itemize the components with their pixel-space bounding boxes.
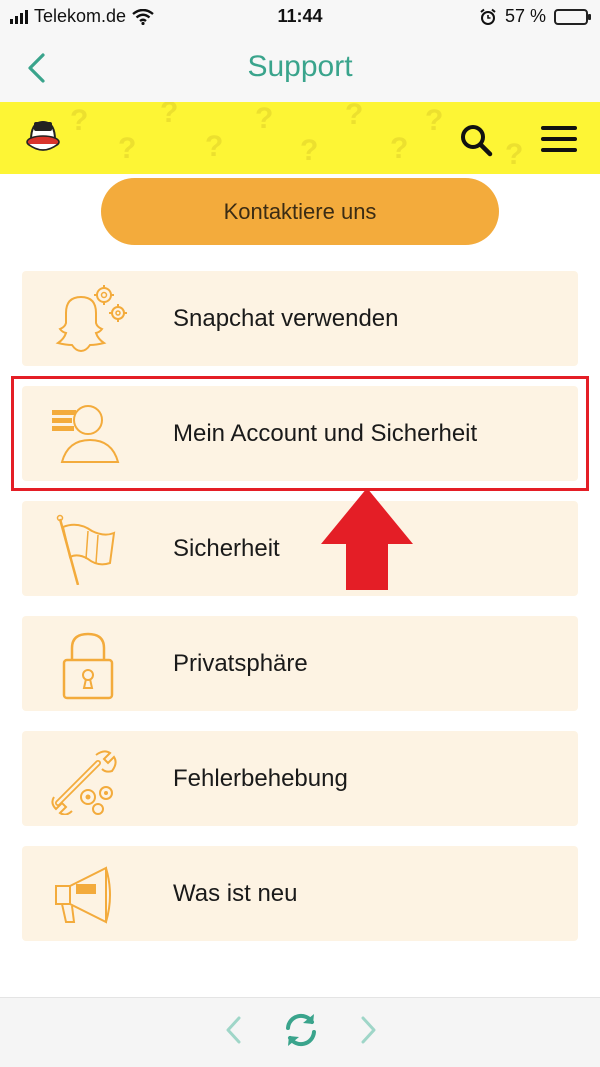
category-sicherheit[interactable]: Sicherheit [22, 501, 578, 596]
category-was-ist-neu[interactable]: Was ist neu [22, 846, 578, 941]
category-snapchat-verwenden[interactable]: Snapchat verwenden [22, 271, 578, 366]
ghost-gears-icon [55, 285, 127, 353]
navigation-bar: Support [0, 36, 600, 102]
search-icon[interactable] [458, 122, 494, 158]
bottom-toolbar [0, 997, 600, 1067]
up-arrow-annotation [321, 488, 413, 590]
page-title: Support [247, 50, 353, 83]
refresh-icon[interactable] [281, 1010, 321, 1050]
category-label: Sicherheit [173, 534, 280, 562]
wrench-gears-icon [51, 750, 117, 815]
snapchat-support-header: ? ? ? ? ? ? ? ? ? ? [0, 102, 600, 174]
category-label: Privatsphäre [173, 649, 308, 677]
status-bar: Telekom.de 11:44 57 % [0, 0, 600, 36]
forward-chevron-icon[interactable] [356, 1012, 380, 1048]
category-privatsphaere[interactable]: Privatsphäre [22, 616, 578, 711]
hamburger-menu-icon[interactable] [540, 124, 578, 154]
category-fehlerbehebung[interactable]: Fehlerbehebung [22, 731, 578, 826]
alarm-clock-icon [480, 8, 496, 25]
megaphone-icon [55, 866, 111, 924]
battery-icon [554, 8, 591, 25]
flag-icon [56, 514, 116, 585]
padlock-icon [62, 632, 114, 700]
category-label: Snapchat verwenden [173, 304, 399, 332]
snapchat-support-logo [26, 120, 60, 151]
category-label: Fehlerbehebung [173, 764, 348, 792]
category-label: Was ist neu [173, 879, 298, 907]
back-chevron-icon[interactable] [222, 1012, 246, 1048]
contact-us-button[interactable]: Kontaktiere uns [101, 178, 499, 245]
battery-percentage: 57 % [504, 6, 546, 26]
status-right: 57 % [479, 6, 591, 27]
highlight-box [11, 376, 589, 491]
